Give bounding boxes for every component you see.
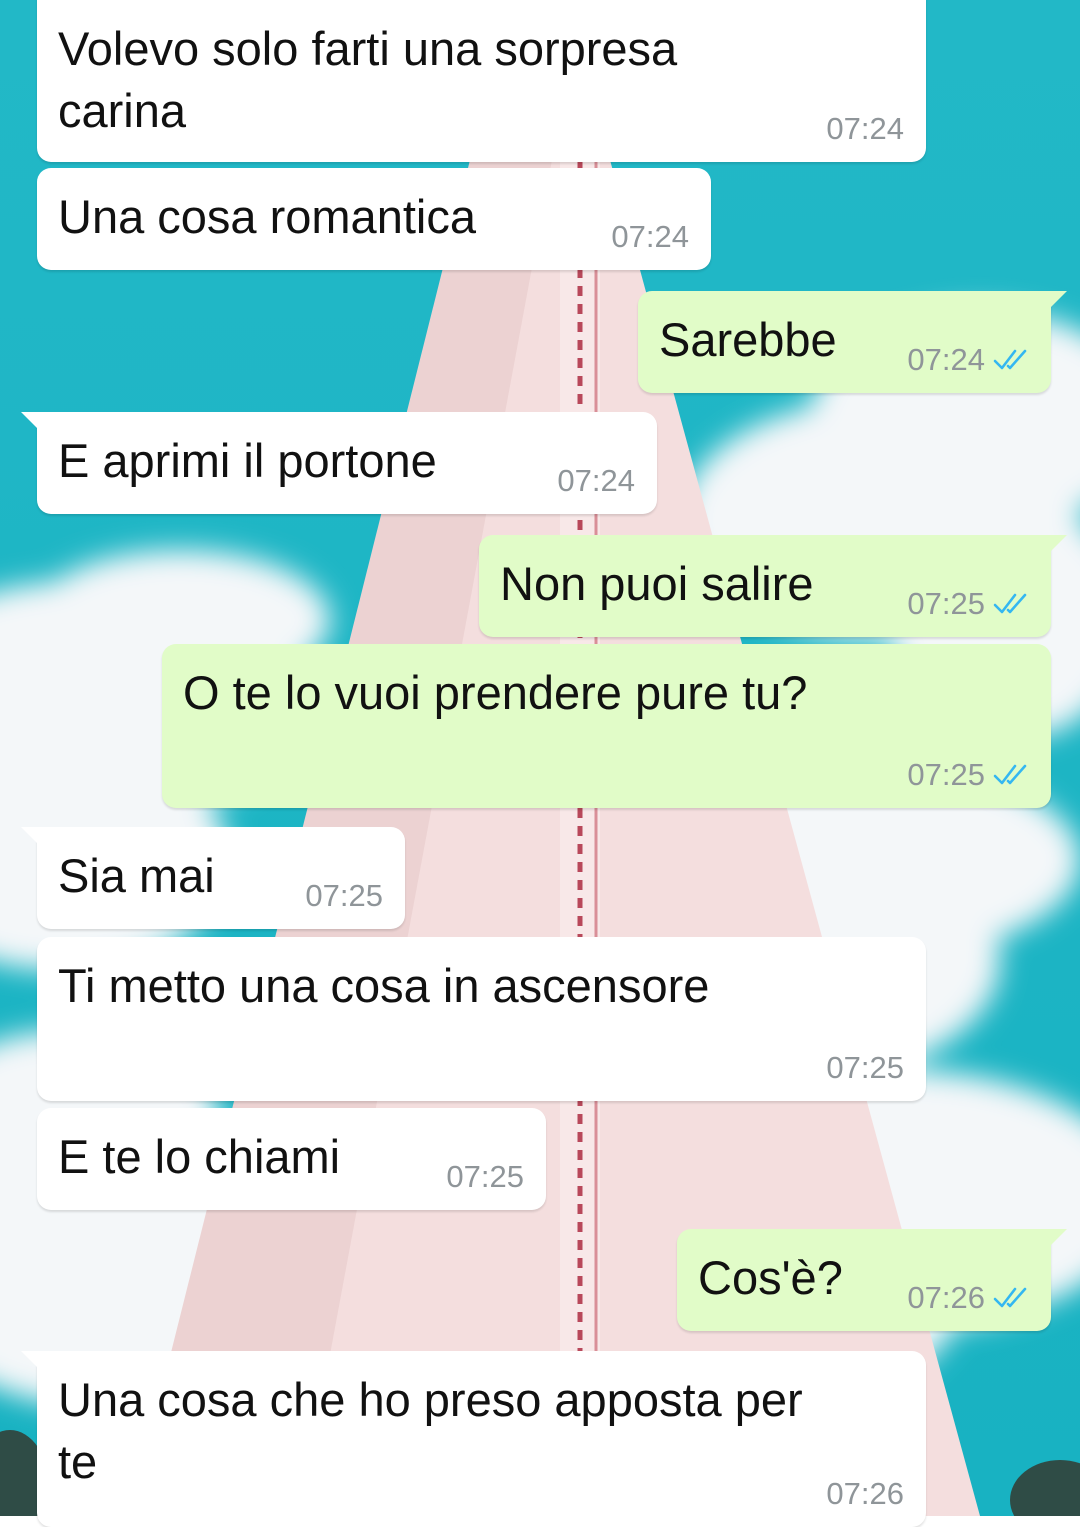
incoming-message-bubble[interactable]: E aprimi il portone 07:24 <box>21 412 657 514</box>
message-timestamp: 07:25 <box>907 757 985 792</box>
message-timestamp: 07:25 <box>446 1159 524 1194</box>
message-meta: 07:24 <box>611 220 689 254</box>
incoming-message-bubble[interactable]: Volevo solo farti una sorpresa carina 07:… <box>37 0 926 162</box>
message-text: Una cosa romantica <box>58 190 476 243</box>
chat-message-list[interactable]: Volevo solo farti una sorpresa carina 07:… <box>0 0 1080 1527</box>
bubble-tail <box>1043 535 1067 559</box>
message-meta: 07:25 <box>907 587 1029 621</box>
message-meta: 07:25 <box>446 1160 524 1194</box>
message-text: Ti metto una cosa in ascensore <box>58 959 710 1012</box>
message-timestamp: 07:25 <box>907 586 985 621</box>
incoming-message-bubble[interactable]: E te lo chiami 07:25 <box>37 1108 546 1210</box>
message-timestamp: 07:26 <box>826 1476 904 1511</box>
message-timestamp: 07:24 <box>826 111 904 146</box>
message-text: O te lo vuoi prendere pure tu? <box>183 666 808 719</box>
message-timestamp: 07:24 <box>557 463 635 498</box>
message-meta: 07:25 <box>826 1051 904 1085</box>
message-text: Sia mai <box>58 849 215 902</box>
message-text: Cos'è? <box>698 1251 843 1304</box>
message-text: E te lo chiami <box>58 1130 341 1183</box>
incoming-message-bubble[interactable]: Una cosa che ho preso apposta per te 07:2… <box>21 1351 926 1527</box>
bubble-tail <box>1043 1229 1067 1253</box>
outgoing-message-bubble[interactable]: Cos'è? 07:26 <box>677 1229 1067 1331</box>
message-text: Sarebbe <box>659 313 837 366</box>
outgoing-message-bubble[interactable]: Non puoi salire 07:25 <box>479 535 1067 637</box>
bubble-tail <box>1043 291 1067 315</box>
message-text: Non puoi salire <box>500 557 814 610</box>
incoming-message-bubble[interactable]: Ti metto una cosa in ascensore 07:25 <box>37 937 926 1101</box>
message-text: Volevo solo farti una sorpresa carina <box>58 22 678 137</box>
message-meta: 07:25 <box>907 758 1029 792</box>
double-check-icon <box>993 764 1027 785</box>
bubble-tail <box>21 827 45 851</box>
message-meta: 07:26 <box>907 1281 1029 1315</box>
message-timestamp: 07:24 <box>907 342 985 377</box>
double-check-icon <box>993 593 1027 614</box>
double-check-icon <box>993 349 1027 370</box>
message-text: E aprimi il portone <box>58 434 437 487</box>
message-text: Una cosa che ho preso apposta per te <box>58 1373 803 1488</box>
message-timestamp: 07:24 <box>611 219 689 254</box>
bubble-tail <box>21 412 45 436</box>
outgoing-message-bubble[interactable]: O te lo vuoi prendere pure tu? 07:25 <box>162 644 1051 808</box>
message-meta: 07:26 <box>826 1477 904 1511</box>
incoming-message-bubble[interactable]: Sia mai 07:25 <box>21 827 405 929</box>
outgoing-message-bubble[interactable]: Sarebbe 07:24 <box>638 291 1067 393</box>
bubble-tail <box>21 1351 45 1375</box>
double-check-icon <box>993 1287 1027 1308</box>
message-timestamp: 07:25 <box>305 878 383 913</box>
incoming-message-bubble[interactable]: Una cosa romantica 07:24 <box>37 168 711 270</box>
message-meta: 07:24 <box>557 464 635 498</box>
message-meta: 07:24 <box>907 343 1029 377</box>
message-timestamp: 07:26 <box>907 1280 985 1315</box>
message-meta: 07:25 <box>305 879 383 913</box>
message-timestamp: 07:25 <box>826 1050 904 1085</box>
message-meta: 07:24 <box>826 112 904 146</box>
